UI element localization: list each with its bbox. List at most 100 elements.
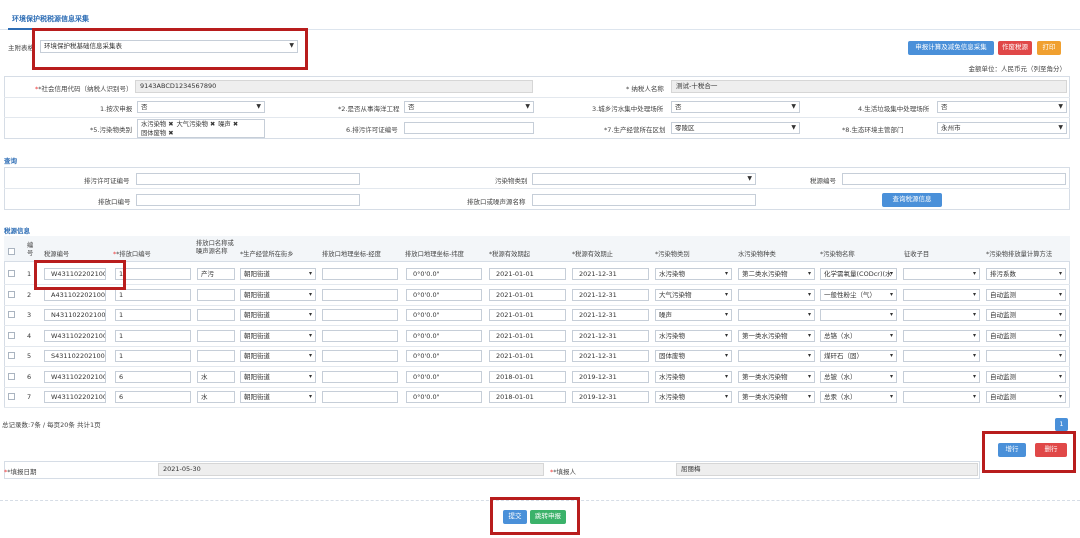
cell-outlet-name-input[interactable]: 产污 — [197, 268, 235, 280]
cell-pname-select[interactable]: 化学需氧量(CODcr)(水 ▾ — [820, 268, 897, 280]
cell-pcat-select[interactable]: 水污染物 ▾ — [655, 268, 732, 280]
q1-select[interactable]: 否 ▼ — [137, 101, 265, 113]
cell-method-select[interactable]: 排污系数 ▾ — [986, 268, 1066, 280]
q4-select[interactable]: 否 ▼ — [937, 101, 1067, 113]
cell-pname-select[interactable]: 煤矸石（固） ▾ — [820, 350, 897, 362]
cell-source-no-input[interactable]: A4311022021000 — [44, 289, 106, 301]
cell-outlet-name-input[interactable] — [197, 330, 235, 342]
cell-outlet-name-input[interactable] — [197, 350, 235, 362]
cell-street-select[interactable]: 朝阳街道 ▾ — [240, 371, 316, 383]
row-checkbox[interactable] — [8, 393, 15, 400]
cell-method-select[interactable]: 自动监测 ▾ — [986, 289, 1066, 301]
cell-outlet-name-input[interactable] — [197, 309, 235, 321]
cell-end-input[interactable]: 2021-12-31 — [572, 309, 649, 321]
cell-end-input[interactable]: 2019-12-31 — [572, 391, 649, 403]
cell-method-select[interactable]: 自动监测 ▾ — [986, 371, 1066, 383]
cell-pname-select[interactable]: 总铍（水） ▾ — [820, 371, 897, 383]
cell-lon-input[interactable] — [322, 350, 398, 362]
cell-source-no-input[interactable]: W4311022021000 — [44, 330, 106, 342]
cell-outlet-no-input[interactable]: 1 — [115, 309, 191, 321]
cell-pname-select[interactable]: 总铬（水） ▾ — [820, 330, 897, 342]
cell-item-select[interactable]: ▾ — [903, 350, 980, 362]
cell-wtype-select[interactable]: 第一类水污染物 ▾ — [738, 371, 815, 383]
q5-multiselect[interactable]: 水污染物 ✖ 大气污染物 ✖ 噪声 ✖ 固体废物 ✖ — [137, 119, 265, 138]
cell-lat-input[interactable]: 0°0'0.0" — [406, 330, 482, 342]
cell-pcat-select[interactable]: 水污染物 ▾ — [655, 371, 732, 383]
cell-item-select[interactable]: ▾ — [903, 371, 980, 383]
cell-pcat-select[interactable]: 水污染物 ▾ — [655, 330, 732, 342]
cell-item-select[interactable]: ▾ — [903, 289, 980, 301]
cell-method-select[interactable]: 自动监测 ▾ — [986, 391, 1066, 403]
query-source-no-input[interactable] — [842, 173, 1066, 185]
cell-wtype-select[interactable]: ▾ — [738, 350, 815, 362]
query-pollutant-select[interactable]: ▼ — [532, 173, 756, 185]
cell-outlet-no-input[interactable]: 1 — [115, 289, 191, 301]
cell-start-input[interactable]: 2021-01-01 — [489, 268, 566, 280]
row-checkbox[interactable] — [8, 291, 15, 298]
cell-lat-input[interactable]: 0°0'0.0" — [406, 309, 482, 321]
cell-start-input[interactable]: 2021-01-01 — [489, 350, 566, 362]
cell-street-select[interactable]: 朝阳街道 ▾ — [240, 268, 316, 280]
cell-lon-input[interactable] — [322, 391, 398, 403]
tag-water[interactable]: 水污染物 ✖ — [141, 121, 173, 129]
cell-pcat-select[interactable]: 噪声 ▾ — [655, 309, 732, 321]
cell-start-input[interactable]: 2021-01-01 — [489, 289, 566, 301]
row-checkbox[interactable] — [8, 332, 15, 339]
cell-pcat-select[interactable]: 水污染物 ▾ — [655, 391, 732, 403]
permit-number-input[interactable] — [404, 122, 534, 134]
cell-end-input[interactable]: 2021-12-31 — [572, 350, 649, 362]
cell-lat-input[interactable]: 0°0'0.0" — [406, 268, 482, 280]
cell-outlet-name-input[interactable]: 水 — [197, 391, 235, 403]
query-permit-input[interactable] — [136, 173, 360, 185]
cell-outlet-no-input[interactable]: 1 — [115, 330, 191, 342]
cell-lon-input[interactable] — [322, 309, 398, 321]
cell-source-no-input[interactable]: S4311022021000 — [44, 350, 106, 362]
cell-item-select[interactable]: ▾ — [903, 330, 980, 342]
cell-lon-input[interactable] — [322, 371, 398, 383]
cell-outlet-no-input[interactable]: 1 — [115, 350, 191, 362]
cell-street-select[interactable]: 朝阳街道 ▾ — [240, 309, 316, 321]
cell-lon-input[interactable] — [322, 289, 398, 301]
cell-start-input[interactable]: 2018-01-01 — [489, 371, 566, 383]
cell-wtype-select[interactable]: ▾ — [738, 289, 815, 301]
cell-street-select[interactable]: 朝阳街道 ▾ — [240, 391, 316, 403]
row-checkbox[interactable] — [8, 373, 15, 380]
select-all-checkbox[interactable] — [8, 248, 15, 255]
cell-item-select[interactable]: ▾ — [903, 309, 980, 321]
cell-lat-input[interactable]: 0°0'0.0" — [406, 391, 482, 403]
cell-lon-input[interactable] — [322, 268, 398, 280]
cell-lon-input[interactable] — [322, 330, 398, 342]
tag-solid[interactable]: 固体废物 ✖ — [141, 130, 173, 137]
cell-outlet-no-input[interactable]: 6 — [115, 371, 191, 383]
cell-wtype-select[interactable]: ▾ — [738, 309, 815, 321]
tag-air[interactable]: 大气污染物 ✖ — [176, 121, 215, 129]
void-source-button[interactable]: 作废税源 — [998, 41, 1032, 55]
q7-select[interactable]: 零陵区 ▼ — [671, 122, 800, 134]
q2-select[interactable]: 否 ▼ — [404, 101, 534, 113]
cell-end-input[interactable]: 2021-12-31 — [572, 330, 649, 342]
cell-outlet-no-input[interactable]: 6 — [115, 391, 191, 403]
declare-calc-button[interactable]: 申报计算及减免信息采集 — [908, 41, 994, 55]
cell-start-input[interactable]: 2018-01-01 — [489, 391, 566, 403]
cell-pname-select[interactable]: 总汞（水） ▾ — [820, 391, 897, 403]
query-outlet-no-input[interactable] — [136, 194, 360, 206]
cell-street-select[interactable]: 朝阳街道 ▾ — [240, 289, 316, 301]
cell-pcat-select[interactable]: 大气污染物 ▾ — [655, 289, 732, 301]
cell-pcat-select[interactable]: 固体废物 ▾ — [655, 350, 732, 362]
cell-pname-select[interactable]: ▾ — [820, 309, 897, 321]
cell-source-no-input[interactable]: N4311022021000 — [44, 309, 106, 321]
cell-wtype-select[interactable]: 第一类水污染物 ▾ — [738, 391, 815, 403]
cell-wtype-select[interactable]: 第二类水污染物 ▾ — [738, 268, 815, 280]
cell-pname-select[interactable]: 一般性粉尘（气） ▾ — [820, 289, 897, 301]
cell-lat-input[interactable]: 0°0'0.0" — [406, 350, 482, 362]
cell-item-select[interactable]: ▾ — [903, 391, 980, 403]
page-1-button[interactable]: 1 — [1055, 418, 1068, 431]
cell-outlet-name-input[interactable] — [197, 289, 235, 301]
cell-method-select[interactable]: ▾ — [986, 350, 1066, 362]
cell-end-input[interactable]: 2021-12-31 — [572, 289, 649, 301]
row-checkbox[interactable] — [8, 311, 15, 318]
tag-noise[interactable]: 噪声 ✖ — [218, 121, 238, 129]
cell-lat-input[interactable]: 0°0'0.0" — [406, 289, 482, 301]
cell-street-select[interactable]: 朝阳街道 ▾ — [240, 350, 316, 362]
cell-start-input[interactable]: 2021-01-01 — [489, 330, 566, 342]
